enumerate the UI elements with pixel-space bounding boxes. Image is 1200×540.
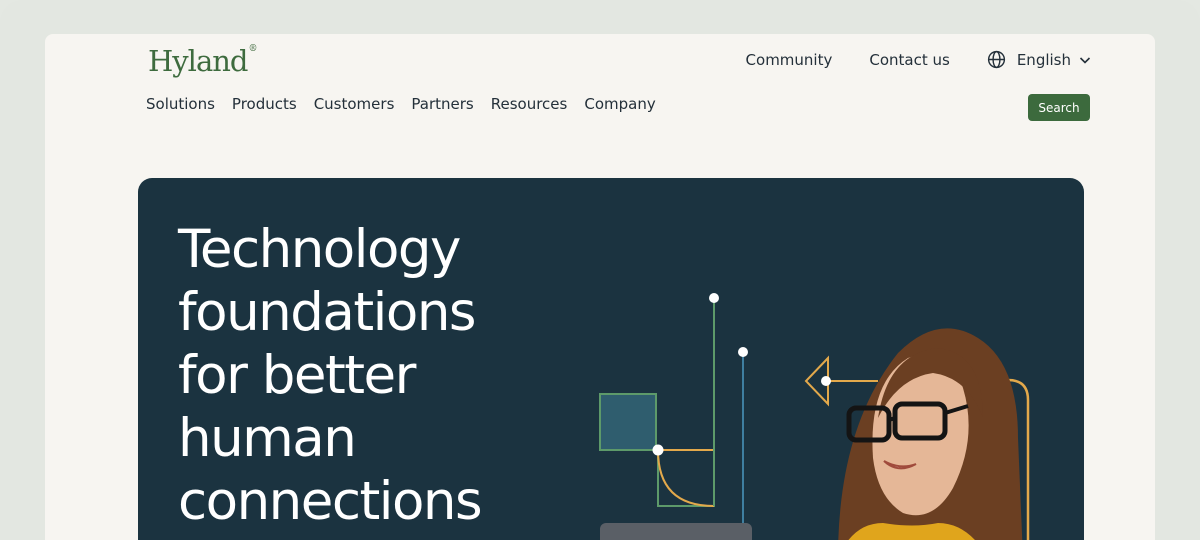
nav-item-solutions[interactable]: Solutions <box>146 95 215 113</box>
person-photo <box>838 328 1023 540</box>
page: Hyland® Community Contact us English Sol… <box>45 34 1155 540</box>
logo-registered-mark: ® <box>248 44 257 54</box>
logo-text: Hyland <box>148 44 248 78</box>
nav-item-products[interactable]: Products <box>232 95 297 113</box>
hyland-logo[interactable]: Hyland® <box>148 44 257 78</box>
nav-item-customers[interactable]: Customers <box>314 95 395 113</box>
node-dot <box>709 293 719 303</box>
nav-item-company[interactable]: Company <box>584 95 655 113</box>
language-selector[interactable]: English <box>987 50 1091 69</box>
contact-us-link[interactable]: Contact us <box>869 51 949 69</box>
language-label: English <box>1016 50 1071 69</box>
search-button[interactable]: Search <box>1028 94 1090 121</box>
chevron-down-icon <box>1079 56 1091 64</box>
laptop-shape <box>600 523 752 540</box>
gold-arc-shape <box>657 449 715 507</box>
nav-item-resources[interactable]: Resources <box>491 95 568 113</box>
browser-frame: Hyland® Community Contact us English Sol… <box>0 0 1200 540</box>
community-link[interactable]: Community <box>746 51 833 69</box>
hero-illustration <box>599 293 1030 540</box>
node-dot <box>652 444 664 456</box>
node-dot <box>738 347 748 357</box>
globe-icon <box>987 50 1005 69</box>
nav-item-partners[interactable]: Partners <box>411 95 473 113</box>
main-nav: Solutions Products Customers Partners Re… <box>146 95 673 113</box>
node-dot <box>821 376 831 386</box>
utility-nav: Community Contact us English <box>709 50 1091 69</box>
hero-banner: Technology foundations for better human … <box>138 178 1084 540</box>
green-square-outline <box>657 449 715 507</box>
teal-square-shape <box>599 393 657 451</box>
